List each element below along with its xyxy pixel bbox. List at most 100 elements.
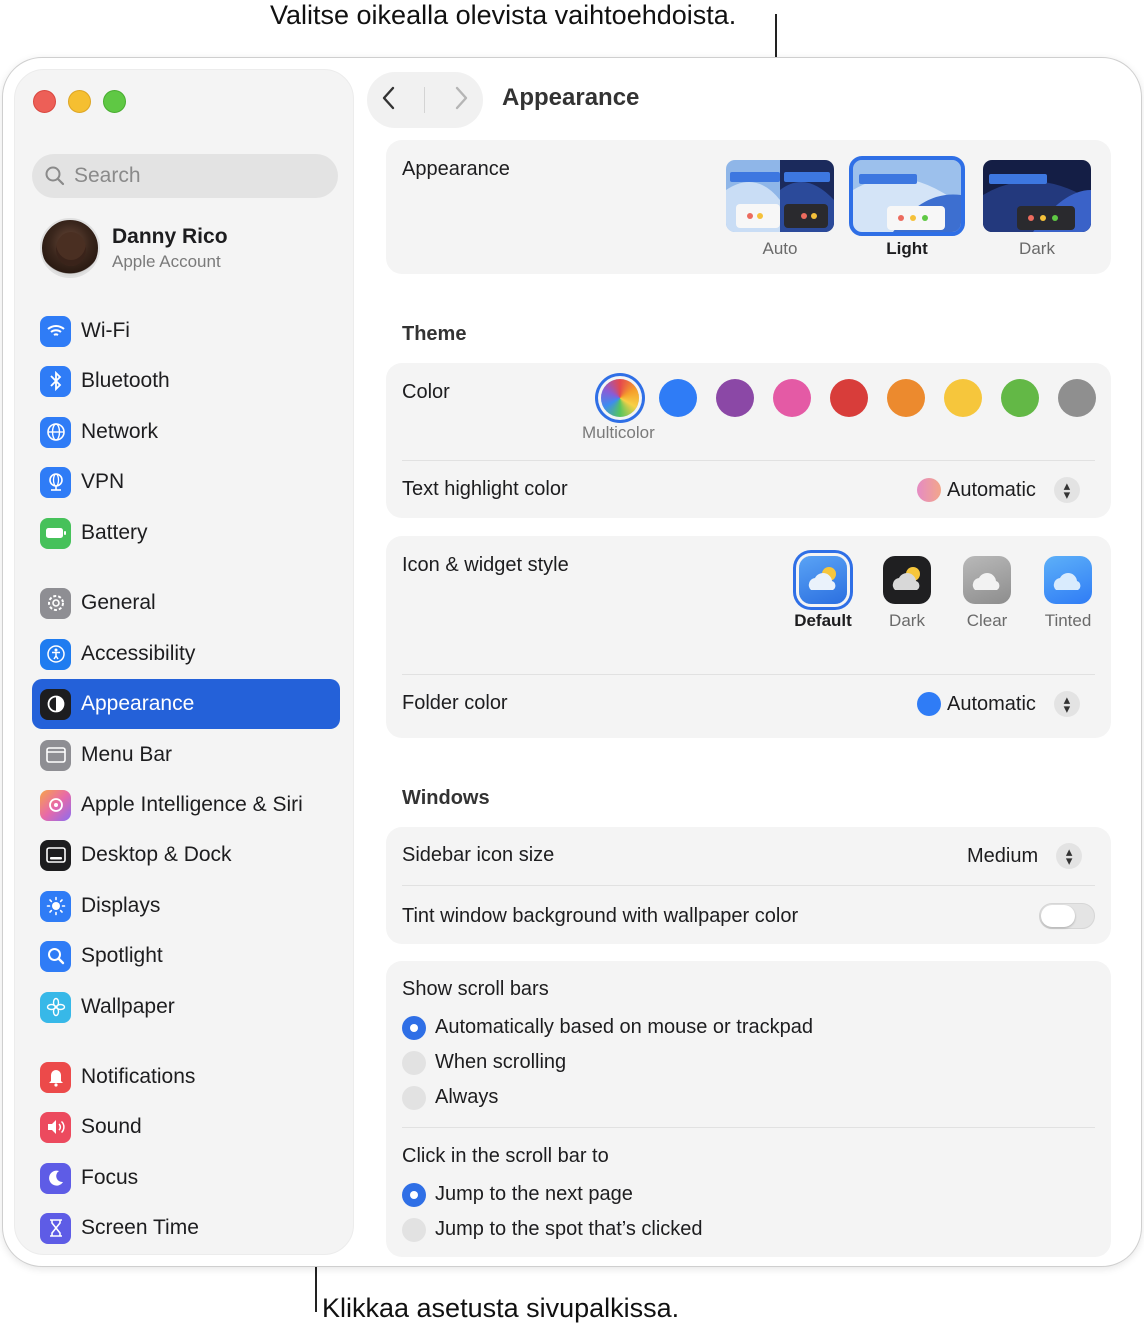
sidebar-item-label: Menu Bar [81, 743, 173, 766]
appearance-option-light[interactable] [849, 156, 965, 236]
appearance-card: Appearance Auto Light Dark [386, 140, 1111, 274]
sidebar-item-menu-bar[interactable]: Menu Bar [32, 730, 340, 780]
sidebar-item-apple-intelligence-siri[interactable]: Apple Intelligence & Siri [32, 780, 340, 830]
color-swatch-green[interactable] [1001, 379, 1039, 417]
chevron-left-icon [382, 86, 395, 109]
color-swatch-red[interactable] [830, 379, 868, 417]
sidebar-item-label: Screen Time [81, 1216, 199, 1239]
theme-color-card: Color Multicolor Text highlight color Au… [386, 363, 1111, 518]
sidebar-item-notifications[interactable]: Notifications [32, 1052, 340, 1102]
zoom-button[interactable] [103, 90, 126, 113]
icon-style-label: Default [794, 611, 852, 630]
sidebar-item-appearance[interactable]: Appearance [32, 679, 340, 729]
callout-choose-options: Valitse oikealla olevista vaihtoehdoista… [270, 0, 737, 30]
sidebar-item-label: Desktop & Dock [81, 843, 232, 866]
dock-icon [40, 839, 71, 871]
callout-click-sidebar: Klikkaa asetusta sivupalkissa. [322, 1293, 680, 1323]
apple-account[interactable]: Danny Rico Apple Account [40, 218, 228, 278]
divider [402, 1127, 1095, 1128]
chevron-up-down-icon: ▴ ▾ [1053, 691, 1080, 717]
color-label: Color [402, 381, 450, 403]
sidebar-item-displays[interactable]: Displays [32, 881, 340, 931]
sidebar-item-vpn[interactable]: VPN [32, 457, 340, 507]
sidebar-item-sound[interactable]: Sound [32, 1102, 340, 1152]
icon-style-dark[interactable] [883, 556, 931, 604]
sidebar-item-battery[interactable]: Battery [32, 508, 340, 558]
gear-icon [40, 587, 71, 619]
icon-style-default[interactable] [799, 556, 847, 604]
search-field[interactable]: Search [32, 154, 338, 198]
color-swatch-orange[interactable] [887, 379, 925, 417]
account-subtitle: Apple Account [112, 251, 221, 271]
sidebar-item-desktop-dock[interactable]: Desktop & Dock [32, 830, 340, 880]
sidebar-item-label: Appearance [81, 692, 195, 715]
radio-scroll-when-scrolling[interactable] [402, 1051, 426, 1075]
sidebar-item-label: Sound [81, 1115, 142, 1138]
window-controls [33, 90, 126, 113]
navigation-buttons [367, 72, 483, 128]
folder-color-popup[interactable]: Automatic ▴ ▾ [917, 691, 1080, 717]
wifi-icon [40, 315, 71, 347]
highlight-color-label: Text highlight color [402, 478, 568, 500]
color-swatch-yellow[interactable] [944, 379, 982, 417]
icon-style-label: Clear [966, 611, 1008, 630]
icon-style-card: Icon & widget style Default Dark Clear T… [386, 536, 1111, 738]
appearance-icon [40, 688, 71, 720]
sidebar-item-general[interactable]: General [32, 578, 340, 628]
sidebar-item-wifi[interactable]: Wi-Fi [32, 306, 340, 356]
appearance-option-label: Light [886, 239, 928, 258]
avatar [40, 218, 100, 278]
color-swatch-graphite[interactable] [1058, 379, 1096, 417]
appearance-option-auto[interactable] [726, 160, 834, 232]
sidebar-item-accessibility[interactable]: Accessibility [32, 629, 340, 679]
sidebar-item-screen-time[interactable]: Screen Time [32, 1203, 340, 1253]
bluetooth-icon [40, 365, 71, 397]
icon-style-clear[interactable] [963, 556, 1011, 604]
sidebar-item-label: Wallpaper [81, 995, 175, 1018]
radio-jump-to-spot[interactable] [402, 1218, 426, 1242]
radio-label: Automatically based on mouse or trackpad [435, 1016, 813, 1038]
minimize-button[interactable] [68, 90, 91, 113]
folder-color-label: Folder color [402, 692, 508, 714]
highlight-color-popup[interactable]: Automatic ▴ ▾ [917, 477, 1080, 503]
icon-style-label: Dark [889, 611, 925, 630]
weather-icon [1053, 573, 1081, 590]
highlight-color-value: Automatic [947, 478, 1036, 501]
radio-label: When scrolling [435, 1051, 567, 1073]
color-swatch-multicolor[interactable] [601, 379, 639, 417]
vpn-globe-icon [40, 466, 71, 498]
selected-color-name: Multicolor [582, 423, 655, 442]
chevron-up-down-icon: ▴ ▾ [1056, 843, 1083, 869]
icon-style-tinted[interactable] [1044, 556, 1092, 604]
magnifier-icon [40, 940, 71, 972]
account-name: Danny Rico [112, 224, 228, 248]
back-button[interactable] [381, 85, 397, 116]
sidebar-item-label: Spotlight [81, 944, 163, 967]
folder-color-dot [917, 692, 941, 716]
close-button[interactable] [33, 90, 56, 113]
search-placeholder: Search [74, 164, 141, 187]
sidebar-icon-size-popup[interactable]: Medium ▴ ▾ [967, 843, 1083, 869]
appearance-option-dark[interactable] [983, 160, 1091, 232]
weather-icon [892, 567, 920, 590]
flower-icon [40, 991, 71, 1023]
forward-button[interactable] [453, 85, 469, 116]
sidebar-item-wallpaper[interactable]: Wallpaper [32, 982, 340, 1032]
tint-window-toggle[interactable] [1039, 903, 1095, 929]
radio-scroll-automatic[interactable] [402, 1016, 426, 1040]
radio-jump-next-page[interactable] [402, 1183, 426, 1207]
sidebar-icon-size-label: Sidebar icon size [402, 844, 555, 866]
sidebar-item-label: Network [81, 420, 159, 443]
color-swatch-purple[interactable] [716, 379, 754, 417]
color-swatch-pink[interactable] [773, 379, 811, 417]
sidebar-item-bluetooth[interactable]: Bluetooth [32, 356, 340, 406]
sidebar-item-network[interactable]: Network [32, 407, 340, 457]
sidebar-item-spotlight[interactable]: Spotlight [32, 931, 340, 981]
sidebar-item-label: Bluetooth [81, 369, 170, 392]
chevron-right-icon [455, 86, 468, 109]
sun-icon [40, 890, 71, 922]
color-swatch-blue[interactable] [659, 379, 697, 417]
sidebar-item-focus[interactable]: Focus [32, 1153, 340, 1203]
sidebar: Search Danny Rico Apple Account Wi-Fi Bl… [14, 69, 354, 1255]
radio-scroll-always[interactable] [402, 1086, 426, 1110]
